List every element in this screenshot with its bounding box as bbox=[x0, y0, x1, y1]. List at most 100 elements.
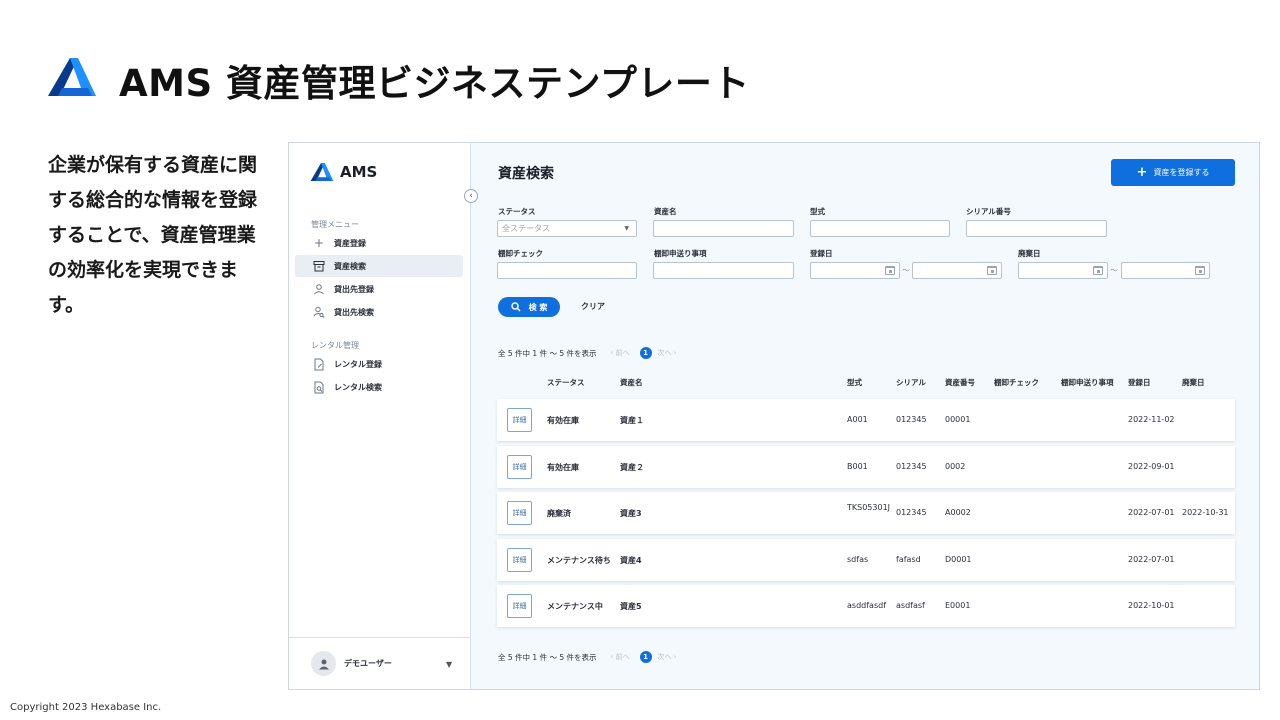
sidebar-item-label: レンタル登録 bbox=[334, 359, 382, 369]
detail-button[interactable]: 詳細 bbox=[507, 594, 532, 618]
cell-reg-date: 2022-09-01 bbox=[1128, 462, 1175, 471]
column-header-model: 型式 bbox=[847, 378, 862, 387]
cell-reg-date: 2022-10-01 bbox=[1128, 601, 1175, 610]
person-icon bbox=[313, 283, 325, 295]
next-label: 次へ bbox=[657, 653, 672, 661]
cell-serial: asdfasf bbox=[896, 601, 925, 610]
reg-date-label: 登録日 bbox=[810, 249, 833, 258]
sidebar-item-label: 資産検索 bbox=[334, 261, 366, 271]
plus-icon: + bbox=[1136, 165, 1148, 180]
cell-status: メンテナンス中 bbox=[547, 602, 603, 611]
sidebar-collapse-button[interactable]: ‹ bbox=[464, 189, 478, 203]
archive-icon bbox=[313, 260, 325, 272]
ams-logo-icon bbox=[310, 163, 334, 181]
clear-button[interactable]: クリア bbox=[581, 301, 605, 312]
caret-down-icon: ▼ bbox=[624, 225, 629, 232]
calendar-icon[interactable] bbox=[987, 266, 997, 275]
sidebar-section-rental: レンタル管理 bbox=[311, 341, 359, 350]
status-label: ステータス bbox=[498, 207, 536, 216]
sidebar: AMS 管理メニュー + 資産登録 資産検索 貸出先登録 貸出先検索 レンタル管… bbox=[289, 143, 471, 689]
slide-title: AMS 資産管理ビジネステンプレート bbox=[119, 62, 750, 105]
cell-name: 資産5 bbox=[620, 602, 642, 611]
column-header-asset-no: 資産番号 bbox=[945, 378, 975, 387]
column-header-status: ステータス bbox=[547, 378, 585, 387]
cell-asset-no: 00001 bbox=[945, 415, 971, 424]
pagination-next[interactable]: 次へ › bbox=[658, 348, 677, 358]
asset-name-input[interactable] bbox=[653, 220, 794, 237]
pagination-prev[interactable]: ‹ 前へ bbox=[611, 348, 630, 358]
range-separator: 〜 bbox=[1110, 266, 1118, 275]
asset-name-label: 資産名 bbox=[654, 207, 677, 216]
status-select-value: 全ステータス bbox=[502, 224, 550, 233]
cell-asset-no: D0001 bbox=[945, 555, 972, 564]
disposal-date-from-input[interactable] bbox=[1018, 262, 1108, 279]
cell-disposal-date: 2022-10-31 bbox=[1182, 508, 1229, 517]
sidebar-item-rental-register[interactable]: レンタル登録 bbox=[295, 353, 463, 375]
sidebar-item-asset-search[interactable]: 資産検索 bbox=[295, 255, 463, 277]
disposal-date-to-input[interactable] bbox=[1121, 262, 1210, 279]
cell-reg-date: 2022-07-01 bbox=[1128, 555, 1175, 564]
table-row: 詳細 廃棄済 資産3 TKS05301J 012345 A0002 2022-0… bbox=[497, 492, 1235, 534]
status-select[interactable]: 全ステータス ▼ bbox=[497, 220, 637, 237]
search-button[interactable]: 検 索 bbox=[498, 297, 560, 317]
reg-date-to-input[interactable] bbox=[912, 262, 1002, 279]
reg-date-from-input[interactable] bbox=[810, 262, 900, 279]
cell-model: A001 bbox=[847, 415, 868, 424]
prev-label: 前へ bbox=[615, 653, 630, 661]
cell-name: 資産２ bbox=[620, 463, 644, 472]
pagination-summary: 全 5 件中 1 件 〜 5 件を表示 bbox=[498, 348, 597, 358]
cell-reg-date: 2022-11-02 bbox=[1128, 415, 1175, 424]
serial-input[interactable] bbox=[966, 220, 1107, 237]
sidebar-item-label: 資産登録 bbox=[334, 238, 366, 248]
cell-serial: 012345 bbox=[896, 508, 927, 517]
cell-model: sdfas bbox=[847, 555, 869, 564]
detail-button[interactable]: 詳細 bbox=[507, 501, 532, 525]
inventory-check-label: 棚卸チェック bbox=[498, 249, 543, 258]
cell-asset-no: 0002 bbox=[945, 462, 966, 471]
pagination-page[interactable]: 1 bbox=[639, 347, 652, 359]
sidebar-section-management: 管理メニュー bbox=[311, 220, 359, 229]
sidebar-item-rental-search[interactable]: レンタル検索 bbox=[295, 376, 463, 398]
cell-asset-no: E0001 bbox=[945, 601, 971, 610]
user-menu[interactable]: デモユーザー ▼ bbox=[289, 637, 470, 689]
person-search-icon bbox=[313, 306, 325, 318]
brand-name: AMS bbox=[340, 163, 378, 181]
detail-button[interactable]: 詳細 bbox=[507, 455, 532, 479]
serial-label: シリアル番号 bbox=[966, 207, 1011, 216]
register-asset-button[interactable]: + 資産を登録する bbox=[1111, 159, 1235, 186]
next-label: 次へ bbox=[657, 349, 672, 357]
pagination-page[interactable]: 1 bbox=[639, 651, 652, 663]
pagination-next[interactable]: 次へ › bbox=[658, 652, 677, 662]
app-window: AMS 管理メニュー + 資産登録 資産検索 貸出先登録 貸出先検索 レンタル管… bbox=[288, 142, 1260, 690]
sidebar-brand[interactable]: AMS bbox=[310, 163, 377, 181]
calendar-icon[interactable] bbox=[1093, 266, 1103, 275]
pagination-prev[interactable]: ‹ 前へ bbox=[611, 652, 630, 662]
search-icon bbox=[510, 302, 521, 312]
sidebar-item-label: 貸出先検索 bbox=[334, 307, 374, 317]
detail-button[interactable]: 詳細 bbox=[507, 408, 532, 432]
sidebar-item-asset-register[interactable]: + 資産登録 bbox=[295, 232, 463, 254]
cell-serial: fafasd bbox=[896, 555, 921, 564]
cell-name: 資産１ bbox=[620, 416, 644, 425]
inventory-check-input[interactable] bbox=[497, 262, 637, 279]
cell-model: B001 bbox=[847, 462, 868, 471]
slide-description: 企業が保有する資産に関する総合的な情報を登録することで、資産管理業の効率化を実現… bbox=[48, 154, 258, 316]
calendar-icon[interactable] bbox=[1195, 266, 1205, 275]
sidebar-item-label: レンタル検索 bbox=[334, 382, 382, 392]
column-header-disposal-date: 廃棄日 bbox=[1182, 378, 1205, 387]
column-header-inventory-check: 棚卸チェック bbox=[994, 378, 1039, 387]
calendar-icon[interactable] bbox=[885, 266, 895, 275]
document-edit-icon bbox=[313, 358, 325, 370]
detail-button[interactable]: 詳細 bbox=[507, 548, 532, 572]
sidebar-item-borrower-register[interactable]: 貸出先登録 bbox=[295, 278, 463, 300]
sidebar-item-label: 貸出先登録 bbox=[334, 284, 374, 294]
model-label: 型式 bbox=[810, 207, 825, 216]
model-input[interactable] bbox=[810, 220, 950, 237]
sidebar-item-borrower-search[interactable]: 貸出先検索 bbox=[295, 301, 463, 323]
cell-status: 廃棄済 bbox=[547, 509, 571, 518]
inventory-note-input[interactable] bbox=[653, 262, 794, 279]
cell-status: 有効在庫 bbox=[547, 416, 579, 425]
cell-name: 資産4 bbox=[620, 556, 642, 565]
column-header-inventory-note: 棚卸申送り事項 bbox=[1061, 378, 1114, 387]
user-name: デモユーザー bbox=[344, 659, 392, 668]
